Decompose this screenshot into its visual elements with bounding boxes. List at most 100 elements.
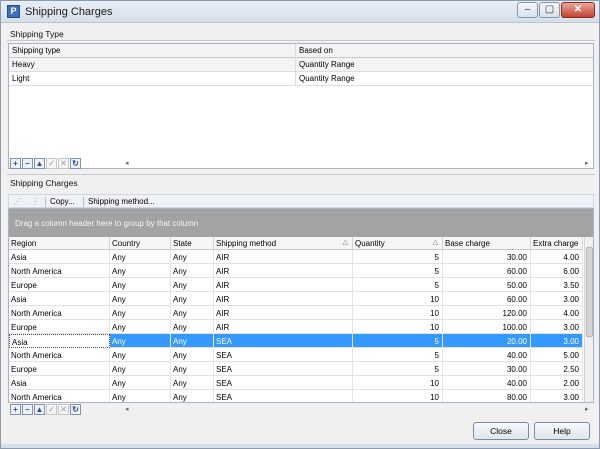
table-row[interactable]: Europe Any Any AIR 10 100.00 3.00 xyxy=(9,320,583,334)
country-cell[interactable]: Any xyxy=(110,376,171,390)
table-row[interactable]: Europe Any Any AIR 5 50.00 3.50 xyxy=(9,278,583,292)
shipping-method-cell[interactable]: AIR xyxy=(214,320,353,334)
quantity-cell[interactable]: 5 xyxy=(353,334,443,348)
base-charge-cell[interactable]: 40.00 xyxy=(443,376,531,390)
refresh-icon[interactable]: ↻ xyxy=(70,404,81,415)
accept-icon[interactable]: ✓ xyxy=(46,404,57,415)
shipping-method-cell[interactable]: SEA xyxy=(214,334,353,348)
column-header-base-charge[interactable]: Base charge xyxy=(443,237,531,250)
region-cell[interactable]: Asia xyxy=(9,250,110,264)
country-cell[interactable]: Any xyxy=(110,334,171,348)
state-cell[interactable]: Any xyxy=(171,306,214,320)
table-row[interactable]: North America Any Any SEA 5 40.00 5.00 xyxy=(9,348,583,362)
move-up-icon[interactable]: ▲ xyxy=(34,158,45,169)
base-charge-cell[interactable]: 100.00 xyxy=(443,320,531,334)
quantity-cell[interactable]: 5 xyxy=(353,264,443,278)
country-cell[interactable]: Any xyxy=(110,390,171,402)
region-cell[interactable]: North America xyxy=(9,264,110,278)
extra-charge-cell[interactable]: 2.50 xyxy=(531,362,583,376)
shipping-method-cell[interactable]: SEA xyxy=(214,390,353,402)
state-cell[interactable]: Any xyxy=(171,348,214,362)
remove-icon[interactable]: – xyxy=(22,158,33,169)
country-cell[interactable]: Any xyxy=(110,306,171,320)
quantity-cell[interactable]: 5 xyxy=(353,278,443,292)
group-by-panel[interactable]: Drag a column header here to group by th… xyxy=(9,209,593,237)
shipping-method-cell[interactable]: SEA xyxy=(214,376,353,390)
quantity-cell[interactable]: 5 xyxy=(353,348,443,362)
country-cell[interactable]: Any xyxy=(110,292,171,306)
region-cell[interactable]: Europe xyxy=(9,320,110,334)
country-cell[interactable]: Any xyxy=(110,362,171,376)
state-cell[interactable]: Any xyxy=(171,292,214,306)
close-button[interactable]: Close xyxy=(473,422,529,440)
state-cell[interactable]: Any xyxy=(171,390,214,402)
table-row[interactable]: Asia Any Any SEA 10 40.00 2.00 xyxy=(9,376,583,390)
shipping-method-cell[interactable]: AIR xyxy=(214,264,353,278)
country-cell[interactable]: Any xyxy=(110,264,171,278)
cancel-icon[interactable]: ✕ xyxy=(58,404,69,415)
region-cell[interactable]: North America xyxy=(9,306,110,320)
extra-charge-cell[interactable]: 3.50 xyxy=(531,278,583,292)
scroll-right-icon[interactable]: ▸ xyxy=(585,159,589,167)
country-cell[interactable]: Any xyxy=(110,250,171,264)
copy-button[interactable]: Copy... xyxy=(50,197,75,206)
region-cell[interactable]: Europe xyxy=(9,362,110,376)
column-header-shipping-type[interactable]: Shipping type xyxy=(12,46,60,55)
close-window-button[interactable]: ✕ xyxy=(561,2,595,18)
base-charge-cell[interactable]: 40.00 xyxy=(443,348,531,362)
add-icon[interactable]: + xyxy=(10,158,21,169)
column-header-extra-charge[interactable]: Extra charge xyxy=(531,237,583,250)
scrollbar-thumb[interactable] xyxy=(586,247,593,337)
table-row[interactable]: Europe Any Any SEA 5 30.00 2.50 xyxy=(9,362,583,376)
region-cell[interactable]: Asia xyxy=(9,376,110,390)
base-charge-cell[interactable]: 60.00 xyxy=(443,292,531,306)
help-button[interactable]: Help xyxy=(534,422,590,440)
table-row[interactable]: Light Quantity Range xyxy=(9,72,593,86)
base-charge-cell[interactable]: 30.00 xyxy=(443,362,531,376)
quantity-cell[interactable]: 10 xyxy=(353,320,443,334)
accept-icon[interactable]: ✓ xyxy=(46,158,57,169)
base-charge-cell[interactable]: 60.00 xyxy=(443,264,531,278)
maximize-button[interactable]: ▢ xyxy=(539,2,560,18)
region-cell[interactable]: Asia xyxy=(9,334,110,348)
extra-charge-cell[interactable]: 6.00 xyxy=(531,264,583,278)
quantity-cell[interactable]: 5 xyxy=(353,362,443,376)
extra-charge-cell[interactable]: 4.00 xyxy=(531,306,583,320)
table-row[interactable]: Asia Any Any SEA 5 20.00 3.00 xyxy=(9,334,583,348)
quantity-cell[interactable]: 5 xyxy=(353,250,443,264)
region-cell[interactable]: North America xyxy=(9,390,110,402)
table-row[interactable]: North America Any Any AIR 10 120.00 4.00 xyxy=(9,306,583,320)
base-charge-cell[interactable]: 80.00 xyxy=(443,390,531,402)
state-cell[interactable]: Any xyxy=(171,320,214,334)
cancel-icon[interactable]: ✕ xyxy=(58,158,69,169)
shipping-method-cell[interactable]: AIR xyxy=(214,292,353,306)
quantity-cell[interactable]: 10 xyxy=(353,376,443,390)
column-header-shipping-method[interactable]: Shipping method △ xyxy=(214,237,353,250)
remove-icon[interactable]: – xyxy=(22,404,33,415)
minimize-button[interactable]: – xyxy=(517,2,538,18)
column-header-based-on[interactable]: Based on xyxy=(295,44,333,58)
country-cell[interactable]: Any xyxy=(110,348,171,362)
country-cell[interactable]: Any xyxy=(110,320,171,334)
grid-options-icon[interactable]: ⋰ xyxy=(13,197,21,206)
state-cell[interactable]: Any xyxy=(171,250,214,264)
refresh-icon[interactable]: ↻ xyxy=(70,158,81,169)
state-cell[interactable]: Any xyxy=(171,362,214,376)
extra-charge-cell[interactable]: 3.00 xyxy=(531,292,583,306)
base-charge-cell[interactable]: 20.00 xyxy=(443,334,531,348)
shipping-method-button[interactable]: Shipping method... xyxy=(88,197,155,206)
state-cell[interactable]: Any xyxy=(171,264,214,278)
quantity-cell[interactable]: 10 xyxy=(353,306,443,320)
table-row[interactable]: Heavy Quantity Range xyxy=(9,58,593,72)
extra-charge-cell[interactable]: 2.00 xyxy=(531,376,583,390)
columns-icon[interactable]: ⋮ xyxy=(31,197,39,206)
column-header-quantity[interactable]: Quantity △ xyxy=(353,237,443,250)
table-row[interactable]: Asia Any Any AIR 5 30.00 4.00 xyxy=(9,250,583,264)
quantity-cell[interactable]: 10 xyxy=(353,390,443,402)
shipping-method-cell[interactable]: SEA xyxy=(214,348,353,362)
extra-charge-cell[interactable]: 3.00 xyxy=(531,320,583,334)
extra-charge-cell[interactable]: 5.00 xyxy=(531,348,583,362)
move-up-icon[interactable]: ▲ xyxy=(34,404,45,415)
table-row[interactable]: Asia Any Any AIR 10 60.00 3.00 xyxy=(9,292,583,306)
region-cell[interactable]: Europe xyxy=(9,278,110,292)
